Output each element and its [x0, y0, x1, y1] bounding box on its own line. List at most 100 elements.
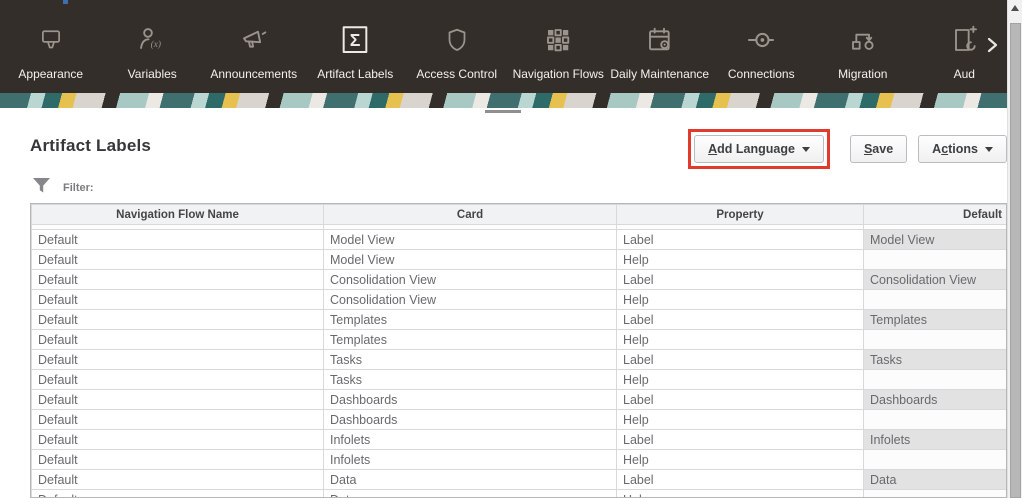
- cell-property[interactable]: Label: [617, 350, 864, 370]
- cell-card[interactable]: Model View: [324, 250, 617, 270]
- cell-default[interactable]: [864, 410, 1008, 430]
- artifact-labels-icon: Σ: [338, 23, 372, 57]
- cell-default[interactable]: Tasks: [864, 350, 1008, 370]
- ribbon-item-artifact-labels[interactable]: ΣArtifact Labels: [305, 0, 407, 93]
- cell-navigation-flow-name[interactable]: Default: [32, 250, 324, 270]
- application-window: Appearance(x)VariablesAnnouncementsΣArti…: [0, 0, 1022, 498]
- cell-navigation-flow-name[interactable]: Default: [32, 470, 324, 490]
- column-header-card[interactable]: Card: [324, 205, 617, 225]
- cell-card[interactable]: Templates: [324, 310, 617, 330]
- cell-card[interactable]: Data: [324, 470, 617, 490]
- cell-card[interactable]: Infolets: [324, 430, 617, 450]
- cell-card[interactable]: Data: [324, 490, 617, 498]
- ribbon-item-daily-maintenance[interactable]: Daily Maintenance: [609, 0, 711, 93]
- table-row[interactable]: DefaultTemplatesLabelTemplates: [32, 310, 1008, 330]
- table-header-row: Navigation Flow Name Card Property Defau…: [32, 205, 1008, 225]
- cell-property[interactable]: Help: [617, 330, 864, 350]
- scrollbar-thumb[interactable]: [1010, 23, 1021, 498]
- table-row[interactable]: DefaultDashboardsHelp: [32, 410, 1008, 430]
- table-row[interactable]: DefaultDashboardsLabelDashboards: [32, 390, 1008, 410]
- cell-navigation-flow-name[interactable]: Default: [32, 350, 324, 370]
- ribbon-item-appearance[interactable]: Appearance: [0, 0, 102, 93]
- cell-property[interactable]: Label: [617, 470, 864, 490]
- table-row[interactable]: DefaultConsolidation ViewHelp: [32, 290, 1008, 310]
- cell-navigation-flow-name[interactable]: Default: [32, 310, 324, 330]
- cell-card[interactable]: Tasks: [324, 350, 617, 370]
- cell-property[interactable]: Label: [617, 430, 864, 450]
- cell-default[interactable]: [864, 250, 1008, 270]
- cell-property[interactable]: Label: [617, 230, 864, 250]
- cell-navigation-flow-name[interactable]: Default: [32, 230, 324, 250]
- ribbon-item-variables[interactable]: (x)Variables: [102, 0, 204, 93]
- cell-navigation-flow-name[interactable]: Default: [32, 490, 324, 498]
- ribbon-item-access-control[interactable]: Access Control: [406, 0, 508, 93]
- cell-default[interactable]: Infolets: [864, 430, 1008, 450]
- appearance-icon: [34, 23, 68, 57]
- ribbon-item-announcements[interactable]: Announcements: [203, 0, 305, 93]
- cell-card[interactable]: Tasks: [324, 370, 617, 390]
- cell-property[interactable]: Help: [617, 490, 864, 498]
- cell-card[interactable]: Dashboards: [324, 410, 617, 430]
- save-button[interactable]: Save: [850, 135, 907, 163]
- cell-property[interactable]: Label: [617, 310, 864, 330]
- cell-card[interactable]: Infolets: [324, 450, 617, 470]
- table-row[interactable]: DefaultInfoletsHelp: [32, 450, 1008, 470]
- table-row[interactable]: DefaultModel ViewHelp: [32, 250, 1008, 270]
- cell-default[interactable]: Consolidation View: [864, 270, 1008, 290]
- cell-property[interactable]: Label: [617, 270, 864, 290]
- vertical-scrollbar[interactable]: [1007, 0, 1022, 498]
- column-header-navigation-flow-name[interactable]: Navigation Flow Name: [32, 205, 324, 225]
- cell-property[interactable]: Help: [617, 370, 864, 390]
- cell-default[interactable]: Model View: [864, 230, 1008, 250]
- cell-property[interactable]: Label: [617, 390, 864, 410]
- cell-card[interactable]: Model View: [324, 230, 617, 250]
- cell-navigation-flow-name[interactable]: Default: [32, 410, 324, 430]
- audit-icon: [947, 23, 981, 57]
- toolbar-ribbon: Appearance(x)VariablesAnnouncementsΣArti…: [0, 0, 1007, 93]
- table-row[interactable]: DefaultTasksLabelTasks: [32, 350, 1008, 370]
- cell-default[interactable]: [864, 330, 1008, 350]
- table-row[interactable]: DefaultModel ViewLabelModel View: [32, 230, 1008, 250]
- cell-default[interactable]: [864, 490, 1008, 498]
- cell-property[interactable]: Help: [617, 290, 864, 310]
- cell-card[interactable]: Dashboards: [324, 390, 617, 410]
- cell-navigation-flow-name[interactable]: Default: [32, 330, 324, 350]
- table-row[interactable]: DefaultTasksHelp: [32, 370, 1008, 390]
- cell-default[interactable]: [864, 290, 1008, 310]
- ribbon-scroll-right-button[interactable]: [983, 36, 1001, 58]
- cell-navigation-flow-name[interactable]: Default: [32, 430, 324, 450]
- cell-property[interactable]: Help: [617, 410, 864, 430]
- table-row[interactable]: DefaultDataHelp: [32, 490, 1008, 498]
- cell-card[interactable]: Templates: [324, 330, 617, 350]
- cell-card[interactable]: Consolidation View: [324, 290, 617, 310]
- cell-navigation-flow-name[interactable]: Default: [32, 370, 324, 390]
- cell-default[interactable]: Templates: [864, 310, 1008, 330]
- button-label: Save: [864, 142, 893, 156]
- cell-card[interactable]: Consolidation View: [324, 270, 617, 290]
- scrollbar-up-arrow-icon[interactable]: [1011, 5, 1019, 11]
- cell-property[interactable]: Help: [617, 450, 864, 470]
- column-header-default[interactable]: Default: [864, 205, 1008, 225]
- cell-default[interactable]: Dashboards: [864, 390, 1008, 410]
- table-row[interactable]: DefaultConsolidation ViewLabelConsolidat…: [32, 270, 1008, 290]
- filter-icon[interactable]: [32, 177, 51, 199]
- table-row[interactable]: DefaultDataLabelData: [32, 470, 1008, 490]
- add-language-button[interactable]: Add Language: [694, 135, 824, 163]
- actions-button[interactable]: Actions: [918, 135, 1007, 163]
- panel-resize-handle[interactable]: [485, 110, 521, 113]
- cell-default[interactable]: Data: [864, 470, 1008, 490]
- ribbon-item-connections[interactable]: Connections: [711, 0, 813, 93]
- cell-property[interactable]: Help: [617, 250, 864, 270]
- cell-navigation-flow-name[interactable]: Default: [32, 390, 324, 410]
- table-row[interactable]: DefaultTemplatesHelp: [32, 330, 1008, 350]
- cell-navigation-flow-name[interactable]: Default: [32, 270, 324, 290]
- table-row[interactable]: DefaultInfoletsLabelInfolets: [32, 430, 1008, 450]
- column-header-property[interactable]: Property: [617, 205, 864, 225]
- ribbon-item-migration[interactable]: Migration: [812, 0, 914, 93]
- page-action-buttons: Add Language Save Actions: [688, 129, 1007, 169]
- cell-default[interactable]: [864, 450, 1008, 470]
- cell-navigation-flow-name[interactable]: Default: [32, 450, 324, 470]
- cell-default[interactable]: [864, 370, 1008, 390]
- cell-navigation-flow-name[interactable]: Default: [32, 290, 324, 310]
- ribbon-item-navigation-flows[interactable]: Navigation Flows: [508, 0, 610, 93]
